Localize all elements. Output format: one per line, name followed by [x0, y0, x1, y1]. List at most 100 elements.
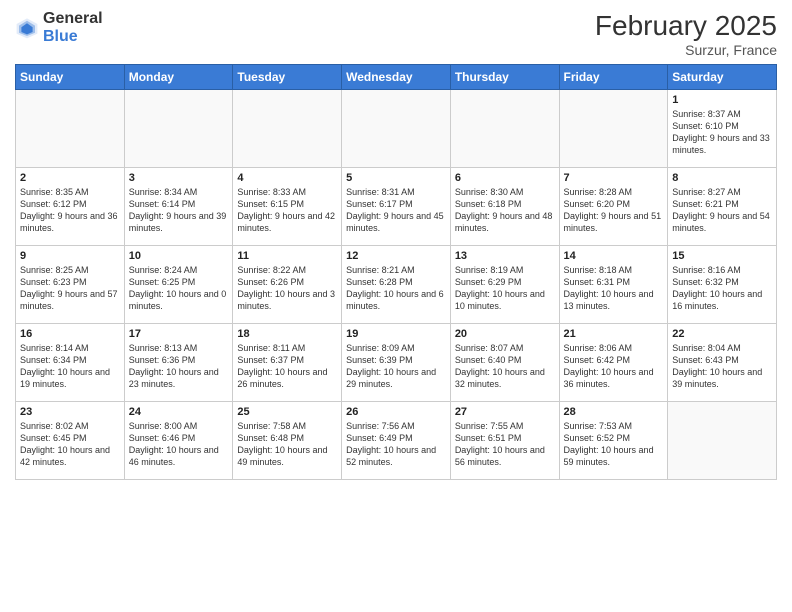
- table-row: 1 Sunrise: 8:37 AM Sunset: 6:10 PM Daylig…: [668, 90, 777, 168]
- table-row: 11 Sunrise: 8:22 AM Sunset: 6:26 PM Dayli…: [233, 246, 342, 324]
- day-number: 12: [346, 250, 446, 262]
- day-number: 28: [564, 406, 664, 418]
- day-info: Sunrise: 8:06 AM Sunset: 6:42 PM Dayligh…: [564, 342, 664, 391]
- day-number: 26: [346, 406, 446, 418]
- logo: General Blue: [15, 10, 103, 46]
- day-number: 6: [455, 172, 555, 184]
- table-row: 22 Sunrise: 8:04 AM Sunset: 6:43 PM Dayli…: [668, 324, 777, 402]
- calendar-week-row: 2 Sunrise: 8:35 AM Sunset: 6:12 PM Daylig…: [16, 168, 777, 246]
- day-info: Sunrise: 8:02 AM Sunset: 6:45 PM Dayligh…: [20, 420, 120, 469]
- day-info: Sunrise: 8:31 AM Sunset: 6:17 PM Dayligh…: [346, 186, 446, 235]
- logo-text: General Blue: [43, 10, 103, 46]
- table-row: 6 Sunrise: 8:30 AM Sunset: 6:18 PM Daylig…: [450, 168, 559, 246]
- table-row: 5 Sunrise: 8:31 AM Sunset: 6:17 PM Daylig…: [342, 168, 451, 246]
- table-row: 3 Sunrise: 8:34 AM Sunset: 6:14 PM Daylig…: [124, 168, 233, 246]
- day-number: 17: [129, 328, 229, 340]
- table-row: 12Sunrise: 8:21 AM Sunset: 6:28 PM Dayli…: [342, 246, 451, 324]
- day-info: Sunrise: 8:07 AM Sunset: 6:40 PM Dayligh…: [455, 342, 555, 391]
- day-info: Sunrise: 7:55 AM Sunset: 6:51 PM Dayligh…: [455, 420, 555, 469]
- col-wednesday: Wednesday: [342, 65, 451, 90]
- table-row: [559, 90, 668, 168]
- day-info: Sunrise: 8:04 AM Sunset: 6:43 PM Dayligh…: [672, 342, 772, 391]
- day-number: 4: [237, 172, 337, 184]
- table-row: [16, 90, 125, 168]
- calendar-week-row: 16 Sunrise: 8:14 AM Sunset: 6:34 PM Dayli…: [16, 324, 777, 402]
- day-number: 27: [455, 406, 555, 418]
- table-row: 23 Sunrise: 8:02 AM Sunset: 6:45 PM Dayli…: [16, 402, 125, 480]
- day-info: Sunrise: 8:33 AM Sunset: 6:15 PM Dayligh…: [237, 186, 337, 235]
- day-info: Sunrise: 8:28 AM Sunset: 6:20 PM Dayligh…: [564, 186, 664, 235]
- table-row: 14 Sunrise: 8:18 AM Sunset: 6:31 PM Dayli…: [559, 246, 668, 324]
- col-tuesday: Tuesday: [233, 65, 342, 90]
- table-row: 16 Sunrise: 8:14 AM Sunset: 6:34 PM Dayli…: [16, 324, 125, 402]
- day-info: Sunrise: 8:37 AM Sunset: 6:10 PM Dayligh…: [672, 108, 772, 157]
- day-info: Sunrise: 8:34 AM Sunset: 6:14 PM Dayligh…: [129, 186, 229, 235]
- day-number: 21: [564, 328, 664, 340]
- table-row: 24Sunrise: 8:00 AM Sunset: 6:46 PM Dayli…: [124, 402, 233, 480]
- table-row: [233, 90, 342, 168]
- col-sunday: Sunday: [16, 65, 125, 90]
- table-row: [124, 90, 233, 168]
- day-info: Sunrise: 7:56 AM Sunset: 6:49 PM Dayligh…: [346, 420, 446, 469]
- location: Surzur, France: [595, 42, 777, 58]
- day-info: Sunrise: 8:25 AM Sunset: 6:23 PM Dayligh…: [20, 264, 120, 313]
- day-number: 11: [237, 250, 337, 262]
- day-number: 10: [129, 250, 229, 262]
- table-row: 28 Sunrise: 7:53 AM Sunset: 6:52 PM Dayli…: [559, 402, 668, 480]
- day-number: 8: [672, 172, 772, 184]
- calendar-week-row: 23 Sunrise: 8:02 AM Sunset: 6:45 PM Dayli…: [16, 402, 777, 480]
- day-info: Sunrise: 8:24 AM Sunset: 6:25 PM Dayligh…: [129, 264, 229, 313]
- day-info: Sunrise: 8:11 AM Sunset: 6:37 PM Dayligh…: [237, 342, 337, 391]
- day-number: 20: [455, 328, 555, 340]
- table-row: [450, 90, 559, 168]
- day-info: Sunrise: 8:35 AM Sunset: 6:12 PM Dayligh…: [20, 186, 120, 235]
- table-row: 25 Sunrise: 7:58 AM Sunset: 6:48 PM Dayli…: [233, 402, 342, 480]
- day-number: 18: [237, 328, 337, 340]
- day-info: Sunrise: 8:14 AM Sunset: 6:34 PM Dayligh…: [20, 342, 120, 391]
- day-number: 23: [20, 406, 120, 418]
- day-info: Sunrise: 8:16 AM Sunset: 6:32 PM Dayligh…: [672, 264, 772, 313]
- title-block: February 2025 Surzur, France: [595, 10, 777, 58]
- day-number: 15: [672, 250, 772, 262]
- calendar-week-row: 9 Sunrise: 8:25 AM Sunset: 6:23 PM Daylig…: [16, 246, 777, 324]
- table-row: 17Sunrise: 8:13 AM Sunset: 6:36 PM Dayli…: [124, 324, 233, 402]
- table-row: 19Sunrise: 8:09 AM Sunset: 6:39 PM Dayli…: [342, 324, 451, 402]
- col-friday: Friday: [559, 65, 668, 90]
- calendar-body: 1 Sunrise: 8:37 AM Sunset: 6:10 PM Daylig…: [16, 90, 777, 480]
- day-number: 19: [346, 328, 446, 340]
- page: General Blue February 2025 Surzur, Franc…: [0, 0, 792, 612]
- day-number: 13: [455, 250, 555, 262]
- day-number: 7: [564, 172, 664, 184]
- day-number: 2: [20, 172, 120, 184]
- day-info: Sunrise: 8:30 AM Sunset: 6:18 PM Dayligh…: [455, 186, 555, 235]
- day-number: 14: [564, 250, 664, 262]
- day-number: 1: [672, 94, 772, 106]
- day-info: Sunrise: 7:58 AM Sunset: 6:48 PM Dayligh…: [237, 420, 337, 469]
- day-info: Sunrise: 8:18 AM Sunset: 6:31 PM Dayligh…: [564, 264, 664, 313]
- logo-icon: [15, 16, 39, 40]
- col-monday: Monday: [124, 65, 233, 90]
- day-info: Sunrise: 7:53 AM Sunset: 6:52 PM Dayligh…: [564, 420, 664, 469]
- table-row: 20 Sunrise: 8:07 AM Sunset: 6:40 PM Dayli…: [450, 324, 559, 402]
- table-row: [342, 90, 451, 168]
- day-number: 22: [672, 328, 772, 340]
- day-info: Sunrise: 8:22 AM Sunset: 6:26 PM Dayligh…: [237, 264, 337, 313]
- table-row: 26 Sunrise: 7:56 AM Sunset: 6:49 PM Dayli…: [342, 402, 451, 480]
- table-row: 27 Sunrise: 7:55 AM Sunset: 6:51 PM Dayli…: [450, 402, 559, 480]
- day-info: Sunrise: 8:27 AM Sunset: 6:21 PM Dayligh…: [672, 186, 772, 235]
- month-title: February 2025: [595, 10, 777, 42]
- day-number: 16: [20, 328, 120, 340]
- day-number: 9: [20, 250, 120, 262]
- day-number: 25: [237, 406, 337, 418]
- day-number: 3: [129, 172, 229, 184]
- day-info: Sunrise: 8:19 AM Sunset: 6:29 PM Dayligh…: [455, 264, 555, 313]
- col-saturday: Saturday: [668, 65, 777, 90]
- table-row: 7 Sunrise: 8:28 AM Sunset: 6:20 PM Daylig…: [559, 168, 668, 246]
- table-row: 2 Sunrise: 8:35 AM Sunset: 6:12 PM Daylig…: [16, 168, 125, 246]
- logo-general: General: [43, 10, 103, 27]
- day-number: 5: [346, 172, 446, 184]
- table-row: 21 Sunrise: 8:06 AM Sunset: 6:42 PM Dayli…: [559, 324, 668, 402]
- table-row: [668, 402, 777, 480]
- table-row: 8 Sunrise: 8:27 AM Sunset: 6:21 PM Daylig…: [668, 168, 777, 246]
- day-number: 24: [129, 406, 229, 418]
